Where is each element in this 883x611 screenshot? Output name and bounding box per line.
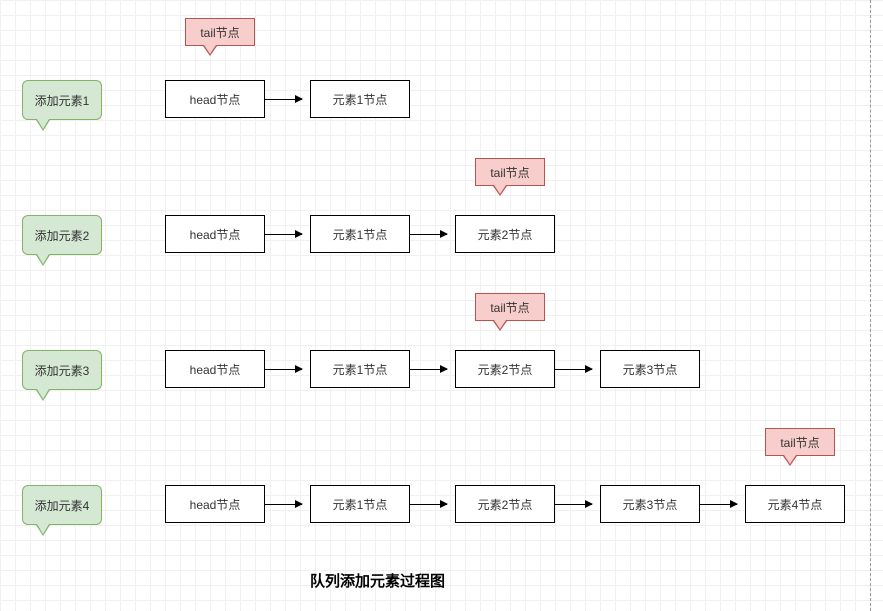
node-elem2-row4: 元素2节点: [455, 485, 555, 523]
arrow-icon: [410, 234, 447, 235]
arrow-icon: [410, 369, 447, 370]
step-bubble-3: 添加元素3: [22, 350, 102, 390]
step-label: 添加元素2: [35, 227, 90, 244]
node-head-row1: head节点: [165, 80, 265, 118]
node-label: head节点: [190, 361, 241, 378]
tail-callout-row3: tail节点: [475, 293, 545, 321]
tail-callout-row2: tail节点: [475, 158, 545, 186]
tail-callout-row1: tail节点: [185, 18, 255, 46]
step-bubble-2: 添加元素2: [22, 215, 102, 255]
node-elem1-row4: 元素1节点: [310, 485, 410, 523]
step-label: 添加元素4: [35, 497, 90, 514]
ruler-guide-right: [870, 0, 871, 611]
arrow-icon: [410, 504, 447, 505]
arrow-icon: [265, 504, 302, 505]
node-label: head节点: [190, 91, 241, 108]
node-label: 元素3节点: [623, 361, 678, 378]
node-elem3-row3: 元素3节点: [600, 350, 700, 388]
node-label: 元素2节点: [478, 226, 533, 243]
arrow-icon: [265, 369, 302, 370]
node-label: 元素1节点: [333, 361, 388, 378]
node-label: 元素4节点: [768, 496, 823, 513]
node-label: 元素1节点: [333, 226, 388, 243]
step-bubble-1: 添加元素1: [22, 80, 102, 120]
node-label: 元素2节点: [478, 496, 533, 513]
node-label: head节点: [190, 496, 241, 513]
tail-label: tail节点: [200, 24, 239, 41]
arrow-icon: [265, 99, 302, 100]
node-label: 元素3节点: [623, 496, 678, 513]
node-elem3-row4: 元素3节点: [600, 485, 700, 523]
node-label: 元素1节点: [333, 496, 388, 513]
tail-label: tail节点: [490, 299, 529, 316]
arrow-icon: [555, 504, 592, 505]
node-head-row2: head节点: [165, 215, 265, 253]
tail-callout-row4: tail节点: [765, 428, 835, 456]
node-head-row3: head节点: [165, 350, 265, 388]
node-label: head节点: [190, 226, 241, 243]
tail-label: tail节点: [490, 164, 529, 181]
node-elem1-row2: 元素1节点: [310, 215, 410, 253]
node-head-row4: head节点: [165, 485, 265, 523]
step-label: 添加元素3: [35, 362, 90, 379]
step-label: 添加元素1: [35, 92, 90, 109]
node-label: 元素1节点: [333, 91, 388, 108]
node-elem1-row1: 元素1节点: [310, 80, 410, 118]
arrow-icon: [265, 234, 302, 235]
diagram-title: 队列添加元素过程图: [310, 570, 445, 591]
step-bubble-4: 添加元素4: [22, 485, 102, 525]
node-label: 元素2节点: [478, 361, 533, 378]
node-elem1-row3: 元素1节点: [310, 350, 410, 388]
node-elem2-row2: 元素2节点: [455, 215, 555, 253]
node-elem2-row3: 元素2节点: [455, 350, 555, 388]
arrow-icon: [700, 504, 737, 505]
tail-label: tail节点: [780, 434, 819, 451]
node-elem4-row4: 元素4节点: [745, 485, 845, 523]
arrow-icon: [555, 369, 592, 370]
